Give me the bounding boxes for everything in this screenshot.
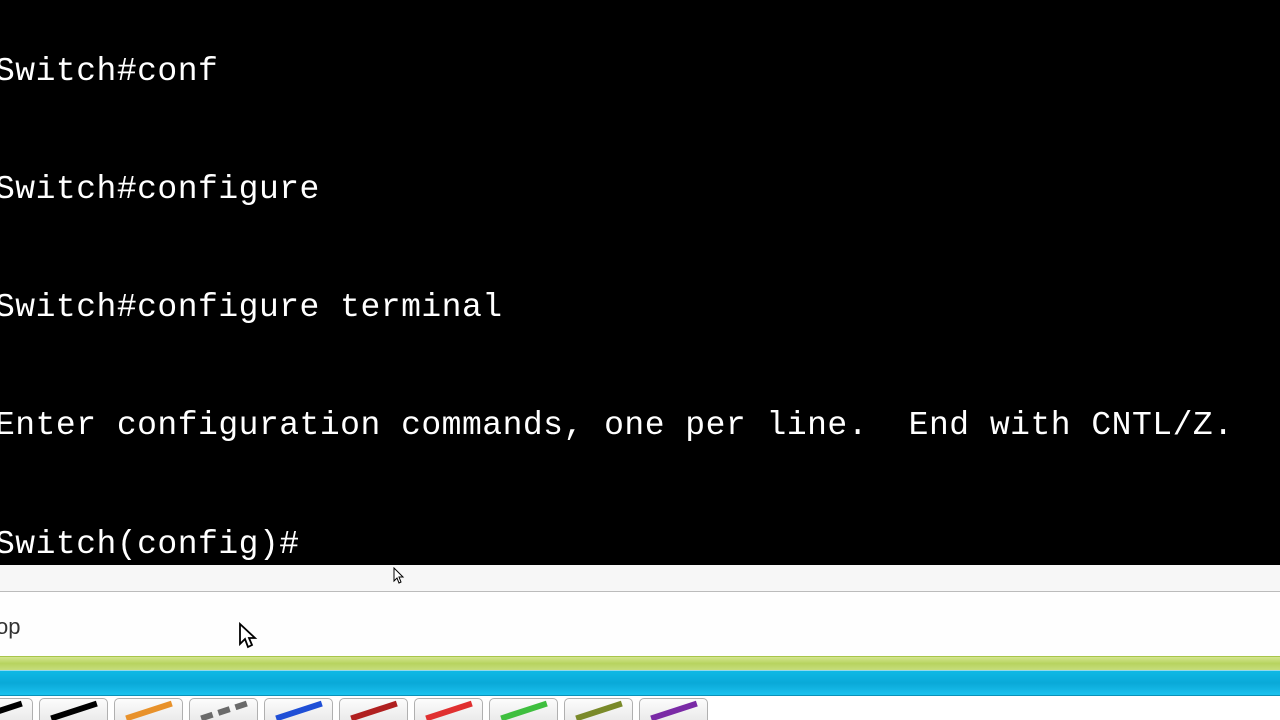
pen-stroke-icon [651, 704, 697, 719]
terminal-line: Enter configuration commands, one per li… [0, 406, 1280, 445]
pen-gray-dashed-button[interactable] [189, 698, 258, 720]
label-strip: op [0, 592, 1280, 656]
pen-stroke-icon [501, 704, 547, 719]
pen-stroke-icon [51, 704, 97, 719]
terminal-line: Switch#conf [0, 52, 1280, 91]
terminal-line: Switch(config)# [0, 525, 1280, 564]
label-text: op [0, 614, 20, 640]
pen-green-solid-button[interactable] [489, 698, 558, 720]
cursor-icon [393, 567, 405, 585]
pen-red-solid-button[interactable] [414, 698, 483, 720]
terminal-line: Switch#configure [0, 170, 1280, 209]
pen-black-solid-button[interactable] [0, 698, 33, 720]
pen-stroke-icon [576, 704, 622, 719]
pen-stroke-icon [351, 704, 397, 719]
pen-stroke-icon [201, 704, 247, 719]
pen-black-solid2-button[interactable] [39, 698, 108, 720]
pen-stroke-icon [0, 704, 21, 719]
blue-bar [0, 670, 1280, 696]
window-border [0, 565, 1280, 592]
terminal-output[interactable]: Switch#conf Switch#configure Switch#conf… [0, 0, 1280, 565]
pen-stroke-icon [126, 704, 172, 719]
pen-blue-solid-button[interactable] [264, 698, 333, 720]
terminal-line: Switch#configure terminal [0, 288, 1280, 327]
pen-purple-solid-button[interactable] [639, 698, 708, 720]
pen-olive-solid-button[interactable] [564, 698, 633, 720]
pen-darkred-solid-button[interactable] [339, 698, 408, 720]
pen-orange-solid-button[interactable] [114, 698, 183, 720]
pen-stroke-icon [426, 704, 472, 719]
pen-toolbar [0, 696, 1280, 720]
pen-stroke-icon [276, 704, 322, 719]
cursor-icon [238, 622, 258, 650]
green-bar [0, 656, 1280, 670]
